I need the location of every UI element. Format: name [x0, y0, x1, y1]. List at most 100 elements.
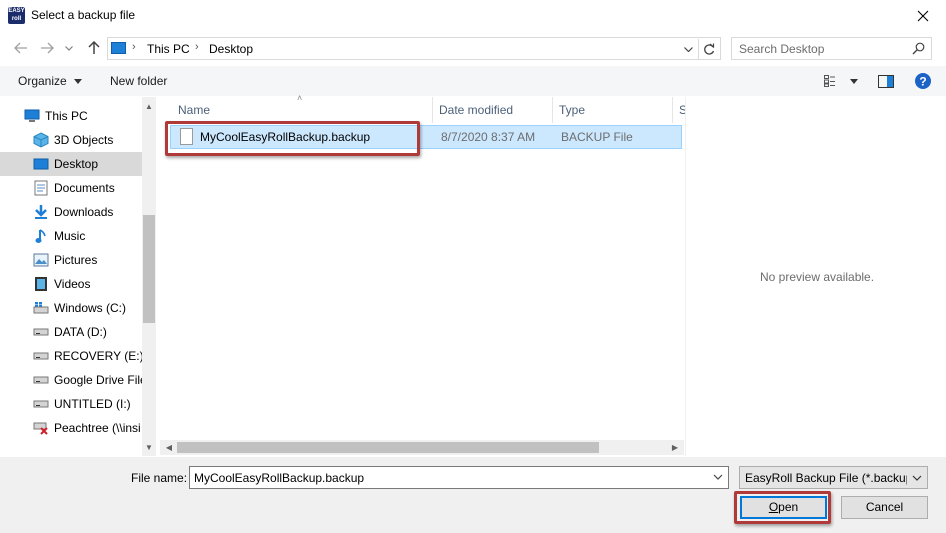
search-icon — [912, 42, 925, 55]
sidebar-item-label: UNTITLED (I:) — [54, 397, 131, 411]
file-name-field[interactable] — [190, 467, 705, 488]
sidebar-item-windows-c[interactable]: Windows (C:) — [0, 296, 142, 320]
file-type-filter-label: EasyRoll Backup File (*.backup) — [745, 471, 917, 485]
navigation-pane: This PC 3D Objects Desktop Documents Dow… — [0, 97, 156, 456]
new-folder-button[interactable]: New folder — [110, 74, 167, 88]
preview-pane: No preview available. — [685, 97, 946, 456]
sidebar-item-data-d[interactable]: DATA (D:) — [0, 320, 142, 344]
file-list: ˄ Name Date modified Type S MyCoolEasyRo… — [160, 93, 687, 456]
up-button[interactable] — [83, 37, 105, 59]
file-row[interactable]: MyCoolEasyRollBackup.backup 8/7/2020 8:3… — [170, 125, 682, 149]
sidebar-item-3d-objects[interactable]: 3D Objects — [0, 128, 142, 152]
open-button-mnemonic: O — [768, 500, 779, 514]
scroll-down-icon[interactable]: ▼ — [142, 440, 155, 454]
column-header-name[interactable]: Name — [172, 97, 433, 123]
file-name-combobox[interactable] — [189, 466, 729, 489]
scroll-left-icon[interactable]: ◀ — [162, 440, 176, 455]
column-header-label: Type — [559, 103, 586, 117]
forward-button[interactable] — [36, 37, 58, 59]
pictures-icon — [33, 252, 49, 268]
close-button[interactable] — [900, 0, 946, 32]
refresh-button[interactable] — [698, 39, 718, 59]
sidebar-item-pictures[interactable]: Pictures — [0, 248, 142, 272]
drive-icon — [33, 348, 49, 364]
column-header-label: Name — [178, 103, 211, 117]
sidebar-item-label: Peachtree (\\insi — [54, 421, 141, 435]
address-bar[interactable]: › This PC › Desktop — [107, 37, 721, 60]
navigation-pane-scrollbar[interactable]: ▲ ▼ — [142, 97, 155, 456]
file-name-label: File name: — [131, 471, 188, 485]
chevron-down-icon — [74, 79, 83, 85]
windows-drive-icon — [33, 300, 49, 316]
recent-locations-button[interactable] — [62, 37, 76, 59]
sidebar-item-recovery-e[interactable]: RECOVERY (E:) — [0, 344, 142, 368]
sidebar-item-untitled-i[interactable]: UNTITLED (I:) — [0, 392, 142, 416]
sidebar-item-videos[interactable]: Videos — [0, 272, 142, 296]
drive-icon — [33, 372, 49, 388]
sidebar-item-this-pc[interactable]: This PC — [0, 104, 142, 128]
file-type: BACKUP File — [561, 130, 633, 144]
chevron-down-icon[interactable] — [711, 470, 725, 484]
videos-icon — [33, 276, 49, 292]
sidebar-item-peachtree[interactable]: Peachtree (\\insi — [0, 416, 142, 440]
drive-icon — [33, 396, 49, 412]
back-button[interactable] — [10, 37, 32, 59]
file-date-modified: 8/7/2020 8:37 AM — [441, 130, 536, 144]
file-type-dropdown[interactable]: EasyRoll Backup File (*.backup) — [739, 466, 928, 489]
refresh-icon — [703, 43, 714, 55]
column-header-date-modified[interactable]: Date modified — [433, 97, 553, 123]
sidebar-item-music[interactable]: Music — [0, 224, 142, 248]
organize-label: Organize — [18, 74, 67, 88]
help-icon: ? — [915, 73, 931, 89]
scrollbar-thumb[interactable] — [143, 215, 155, 323]
close-icon — [917, 10, 929, 22]
scrollbar-thumb[interactable] — [177, 442, 599, 453]
documents-icon — [33, 180, 49, 196]
title-bar: EASY roll Select a backup file — [0, 0, 946, 32]
breadcrumb-separator-icon: › — [195, 41, 199, 53]
sidebar-item-downloads[interactable]: Downloads — [0, 200, 142, 224]
sidebar-item-label: DATA (D:) — [54, 325, 107, 339]
window-title: Select a backup file — [31, 8, 136, 22]
column-header-label: Date modified — [439, 103, 514, 117]
desktop-icon — [33, 156, 49, 172]
sidebar-item-label: Pictures — [54, 253, 98, 267]
sidebar-item-documents[interactable]: Documents — [0, 176, 142, 200]
file-type-dropdown-button[interactable] — [907, 467, 927, 488]
sidebar-item-label: Music — [54, 229, 86, 243]
breadcrumb-separator-icon: › — [132, 41, 136, 53]
chevron-down-icon — [65, 45, 73, 51]
sidebar-item-label: 3D Objects — [54, 133, 114, 147]
breadcrumb-this-pc[interactable]: This PC — [147, 42, 190, 56]
sidebar-item-desktop[interactable]: Desktop — [0, 152, 142, 176]
arrow-up-icon — [88, 41, 100, 54]
search-box[interactable] — [731, 37, 932, 60]
view-options-icon — [824, 75, 835, 87]
sidebar-item-google-drive[interactable]: Google Drive File — [0, 368, 142, 392]
column-header-size[interactable]: S — [673, 97, 687, 123]
address-dropdown-button[interactable] — [680, 40, 696, 58]
file-name: MyCoolEasyRollBackup.backup — [200, 130, 371, 144]
arrow-right-icon — [41, 42, 54, 54]
sidebar-item-label: RECOVERY (E:) — [54, 349, 142, 363]
file-list-horizontal-scrollbar[interactable]: ◀ ▶ — [160, 440, 684, 455]
navigation-bar: › This PC › Desktop — [0, 34, 946, 62]
change-view-button[interactable] — [821, 71, 861, 91]
file-icon — [180, 128, 193, 145]
chevron-down-icon — [912, 475, 922, 481]
network-drive-disconnected-icon — [33, 420, 49, 436]
preview-pane-button[interactable] — [875, 71, 897, 91]
scroll-up-icon[interactable]: ▲ — [142, 99, 155, 113]
open-button[interactable]: Open — [740, 496, 827, 519]
cancel-button[interactable]: Cancel — [841, 496, 928, 519]
command-bar: Organize New folder ? — [0, 66, 946, 96]
sidebar-item-label: Google Drive File — [54, 373, 142, 387]
scroll-right-icon[interactable]: ▶ — [668, 440, 682, 455]
computer-icon — [111, 42, 126, 54]
help-button[interactable]: ? — [912, 71, 934, 91]
column-header-type[interactable]: Type — [553, 97, 673, 123]
organize-button[interactable]: Organize — [18, 74, 83, 88]
breadcrumb-desktop[interactable]: Desktop — [209, 42, 253, 56]
search-input[interactable] — [732, 38, 907, 59]
sidebar-item-label: Desktop — [54, 157, 99, 171]
